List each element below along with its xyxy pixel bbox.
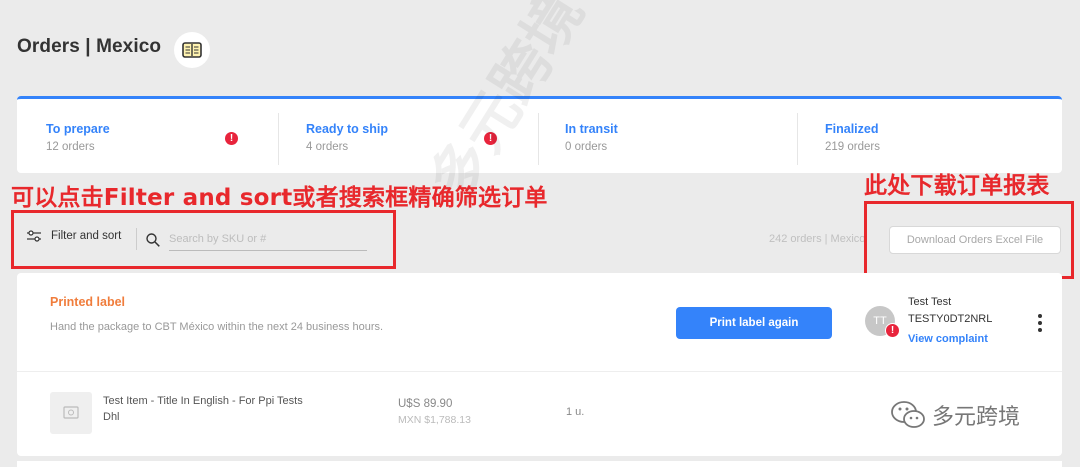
buyer-name: Test Test — [908, 296, 952, 308]
alert-icon: ! — [885, 323, 900, 338]
alert-icon: ! — [225, 132, 238, 145]
print-label-button[interactable]: Print label again — [676, 307, 832, 339]
guide-button[interactable] — [174, 32, 210, 68]
page-title: Orders | Mexico — [17, 36, 162, 57]
divider — [278, 113, 279, 165]
tab-ready-to-ship[interactable]: Ready to ship 4 orders — [306, 111, 388, 159]
view-complaint-link[interactable]: View complaint — [908, 333, 988, 345]
next-card-edge — [17, 461, 1062, 467]
divider — [538, 113, 539, 165]
item-title[interactable]: Test Item - Title In English - For Ppi T… — [103, 395, 303, 407]
tab-label: To prepare — [46, 122, 110, 136]
filter-annotation: 可以点击Filter and sort或者搜索框精确筛选订单 — [11, 185, 548, 211]
tab-count: 0 orders — [565, 141, 608, 153]
filter-annotation-box — [11, 210, 396, 269]
wechat-icon — [891, 401, 925, 428]
tab-finalized[interactable]: Finalized 219 orders — [825, 111, 880, 159]
tab-count: 4 orders — [306, 141, 349, 153]
divider — [17, 371, 1062, 372]
buyer-id: TESTY0DT2NRL — [908, 313, 993, 325]
tab-in-transit[interactable]: In transit 0 orders — [565, 111, 618, 159]
tab-count: 12 orders — [46, 141, 95, 153]
price-mxn: MXN $1,788.13 — [398, 414, 471, 426]
item-thumbnail — [50, 392, 92, 434]
tab-label: Ready to ship — [306, 122, 388, 136]
orders-count: 242 orders | Mexico — [769, 233, 866, 245]
image-placeholder-icon — [63, 406, 79, 419]
tab-label: In transit — [565, 122, 618, 136]
tab-to-prepare[interactable]: To prepare 12 orders — [46, 111, 110, 159]
more-options-icon[interactable] — [1031, 312, 1049, 334]
item-carrier: Dhl — [103, 411, 120, 423]
watermark-logo-text: 多元跨境 — [932, 405, 1021, 430]
book-icon — [182, 42, 202, 58]
download-annotation-box — [864, 201, 1074, 279]
watermark-logo: 多元跨境 — [890, 399, 1020, 431]
tab-count: 219 orders — [825, 141, 880, 153]
tab-label: Finalized — [825, 122, 879, 136]
order-status-title: Printed label — [50, 295, 126, 309]
order-status-description: Hand the package to CBT México within th… — [50, 321, 384, 333]
item-quantity: 1 u. — [566, 406, 585, 418]
price-usd: U$S 89.90 — [398, 398, 453, 410]
download-annotation: 此处下载订单报表 — [864, 173, 1050, 199]
divider — [797, 113, 798, 165]
